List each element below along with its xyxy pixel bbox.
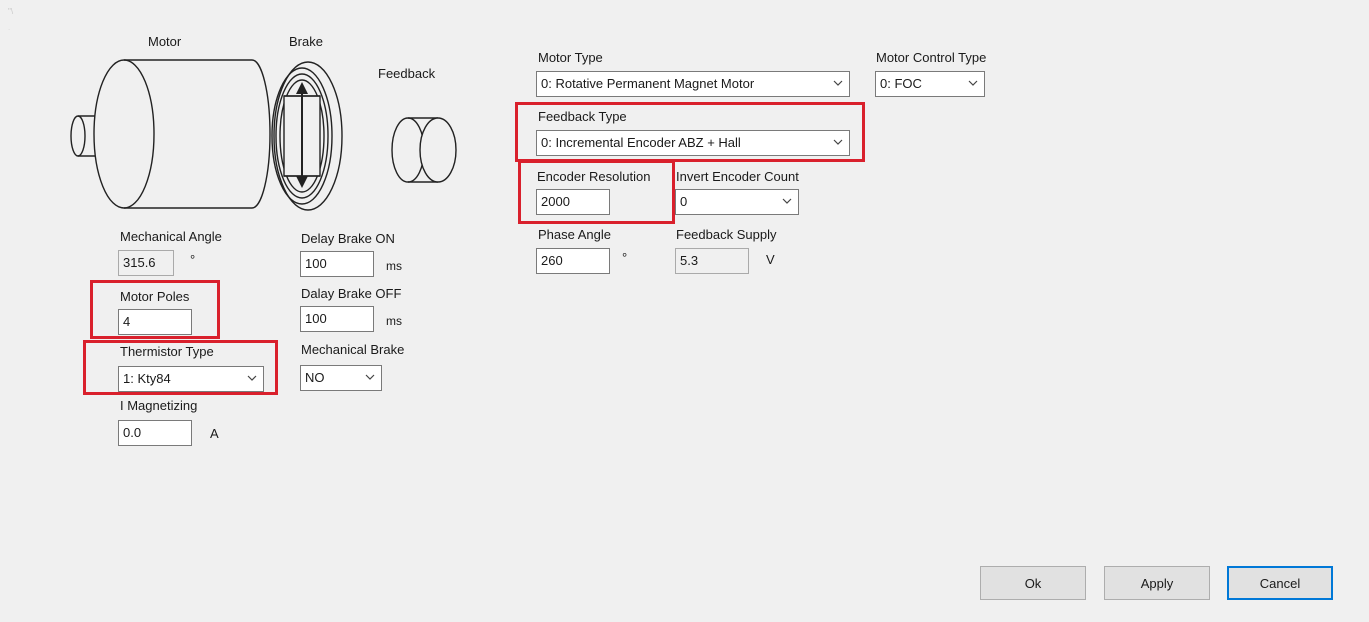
- cancel-button[interactable]: Cancel: [1227, 566, 1333, 600]
- motor-poles-highlight: [90, 280, 220, 339]
- chevron-down-icon: [833, 80, 843, 86]
- motor-control-type-value: 0: FOC: [880, 76, 922, 91]
- feedback-supply-label: Feedback Supply: [676, 227, 777, 242]
- motor-type-select[interactable]: 0: Rotative Permanent Magnet Motor: [536, 71, 850, 97]
- phase-angle-label: Phase Angle: [538, 227, 612, 242]
- invert-encoder-count-select[interactable]: 0: [675, 189, 799, 215]
- delay-brake-on-input[interactable]: 100: [300, 251, 374, 277]
- mechanical-brake-select[interactable]: NO: [300, 365, 382, 391]
- feedback-type-highlight: [515, 102, 865, 162]
- apply-button[interactable]: Apply: [1104, 566, 1210, 600]
- invert-encoder-count-value: 0: [680, 194, 688, 209]
- chevron-down-icon: [782, 198, 792, 204]
- delay-brake-on-label: Delay Brake ON: [301, 231, 395, 246]
- motor-assembly-illustration: [70, 59, 457, 211]
- motor-body-shape: [93, 59, 271, 209]
- chevron-down-icon: [365, 374, 375, 380]
- mechanical-angle-unit: °: [190, 252, 196, 267]
- i-magnetizing-label: I Magnetizing: [120, 398, 198, 413]
- brake-diagram-label: Brake: [289, 34, 323, 49]
- mechanical-angle-label: Mechanical Angle: [120, 229, 222, 244]
- svg-text:.: .: [8, 23, 10, 32]
- delay-brake-on-unit: ms: [386, 259, 402, 273]
- feedback-supply-field: 5.3: [675, 248, 749, 274]
- app-icon: "\ .: [8, 7, 14, 32]
- svg-text:"\: "\: [8, 7, 14, 16]
- chevron-down-icon: [968, 80, 978, 86]
- mechanical-angle-field: 315.6: [118, 250, 174, 276]
- feedback-encoder-shape: [391, 117, 457, 183]
- motor-diagram-label: Motor: [148, 34, 182, 49]
- mechanical-brake-value: NO: [305, 370, 325, 385]
- motor-type-label: Motor Type: [538, 50, 603, 65]
- motor-control-type-label: Motor Control Type: [876, 50, 987, 65]
- motor-control-type-select[interactable]: 0: FOC: [875, 71, 985, 97]
- feedback-supply-unit: V: [766, 252, 775, 267]
- delay-brake-off-unit: ms: [386, 314, 402, 328]
- phase-angle-input[interactable]: 260: [536, 248, 610, 274]
- i-magnetizing-unit: A: [210, 426, 219, 441]
- ok-button[interactable]: Ok: [980, 566, 1086, 600]
- i-magnetizing-input[interactable]: 0.0: [118, 420, 192, 446]
- encoder-resolution-highlight: [518, 160, 675, 224]
- brake-shape: [271, 61, 343, 211]
- thermistor-type-highlight: [83, 340, 278, 395]
- motor-type-value: 0: Rotative Permanent Magnet Motor: [541, 76, 755, 91]
- delay-brake-off-input[interactable]: 100: [300, 306, 374, 332]
- phase-angle-unit: °: [622, 250, 628, 265]
- mechanical-brake-label: Mechanical Brake: [301, 342, 405, 357]
- invert-encoder-count-label: Invert Encoder Count: [676, 169, 799, 184]
- delay-brake-off-label: Dalay Brake OFF: [301, 286, 402, 301]
